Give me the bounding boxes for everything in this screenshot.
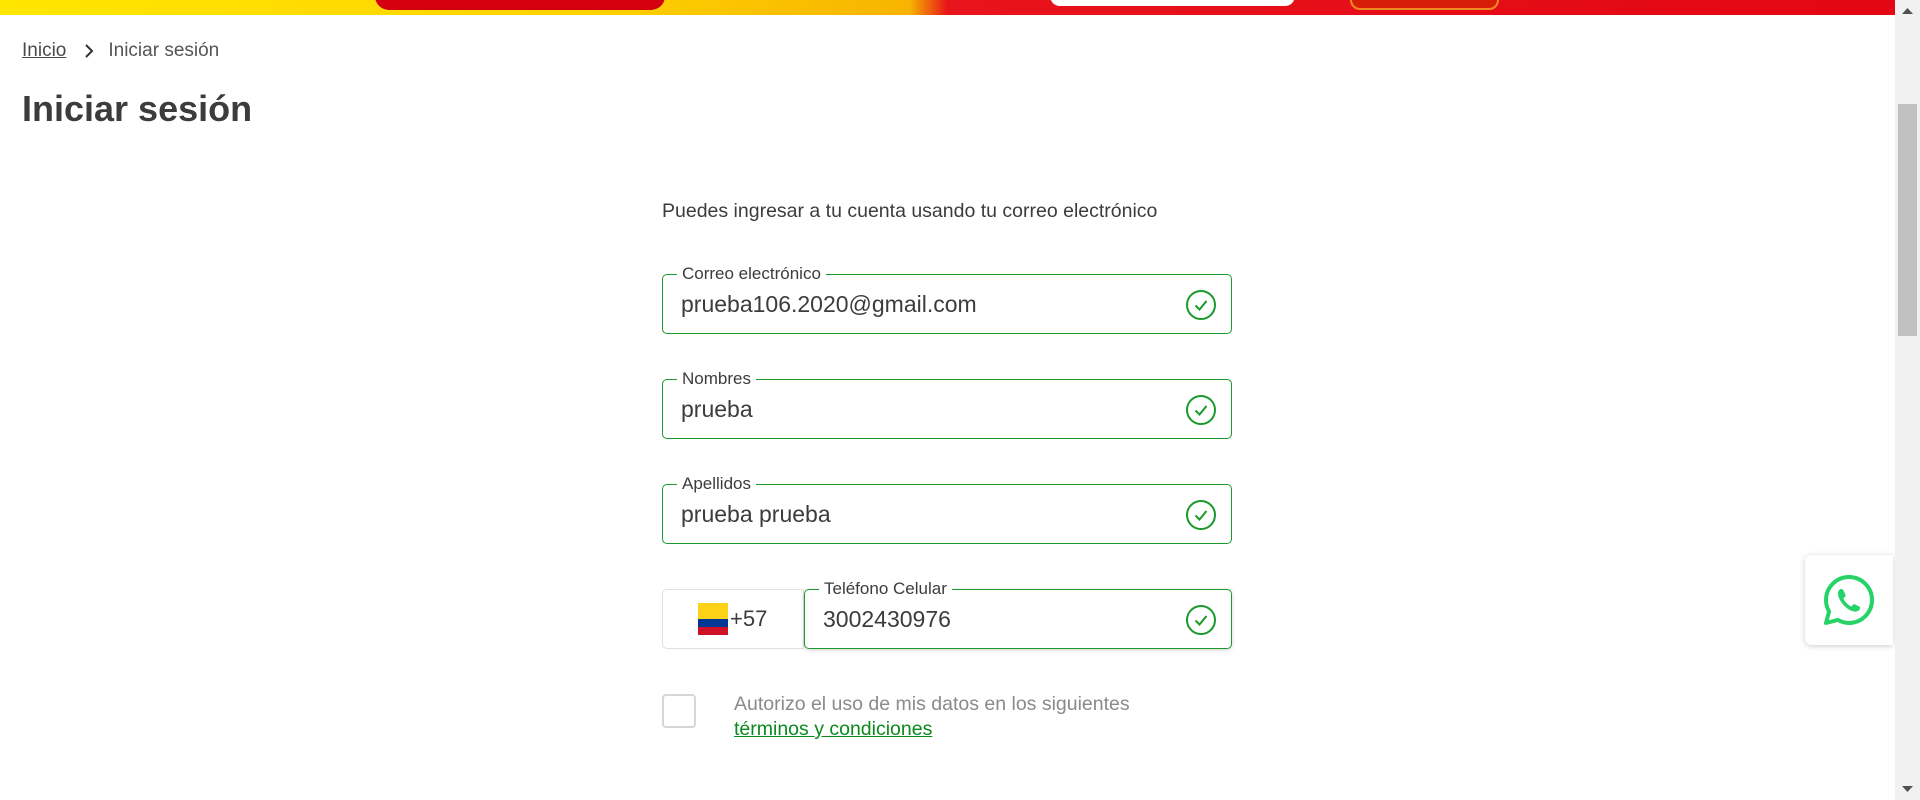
- whatsapp-button[interactable]: [1805, 555, 1893, 645]
- country-code-select[interactable]: +57: [662, 589, 804, 649]
- whatsapp-icon: [1824, 575, 1874, 625]
- phone-label: Teléfono Celular: [819, 579, 952, 599]
- page-title: Iniciar sesión: [22, 88, 253, 129]
- consent-text: Autorizo el uso de mis datos en los sigu…: [734, 692, 1130, 742]
- last-name-field[interactable]: Apellidos prueba prueba: [662, 474, 1232, 544]
- vertical-scrollbar[interactable]: [1895, 0, 1920, 800]
- phone-value[interactable]: 3002430976: [823, 606, 951, 633]
- email-label: Correo electrónico: [677, 264, 826, 284]
- promo-banner[interactable]: [0, 0, 1895, 15]
- first-name-value[interactable]: prueba: [681, 396, 753, 423]
- scroll-up-icon[interactable]: [1895, 0, 1920, 22]
- promo-button[interactable]: [1350, 0, 1499, 10]
- country-code: +57: [730, 606, 768, 631]
- check-circle-icon: [1186, 395, 1216, 425]
- consent-checkbox[interactable]: [662, 694, 696, 728]
- first-name-label: Nombres: [677, 369, 756, 389]
- promo-logo: [375, 0, 665, 10]
- breadcrumb: Inicio Iniciar sesión: [22, 40, 219, 62]
- check-circle-icon: [1186, 605, 1216, 635]
- form-intro: Puedes ingresar a tu cuenta usando tu co…: [662, 200, 1158, 222]
- last-name-label: Apellidos: [677, 474, 756, 494]
- consent-label: Autorizo el uso de mis datos en los sigu…: [734, 693, 1130, 715]
- check-circle-icon: [1186, 290, 1216, 320]
- scroll-down-icon[interactable]: [1895, 778, 1920, 800]
- first-name-field[interactable]: Nombres prueba: [662, 369, 1232, 439]
- breadcrumb-home-link[interactable]: Inicio: [22, 40, 66, 62]
- promo-strip: [1050, 0, 1295, 6]
- breadcrumb-current: Iniciar sesión: [108, 40, 220, 61]
- email-field[interactable]: Correo electrónico prueba106.2020@gmail.…: [662, 264, 1232, 334]
- chevron-right-icon: [84, 43, 94, 59]
- email-value[interactable]: prueba106.2020@gmail.com: [681, 291, 977, 318]
- colombia-flag-icon: [698, 603, 728, 635]
- phone-field[interactable]: Teléfono Celular 3002430976: [804, 579, 1232, 649]
- terms-link[interactable]: términos y condiciones: [734, 718, 932, 740]
- last-name-value[interactable]: prueba prueba: [681, 501, 831, 528]
- check-circle-icon: [1186, 500, 1216, 530]
- scroll-thumb[interactable]: [1898, 104, 1917, 336]
